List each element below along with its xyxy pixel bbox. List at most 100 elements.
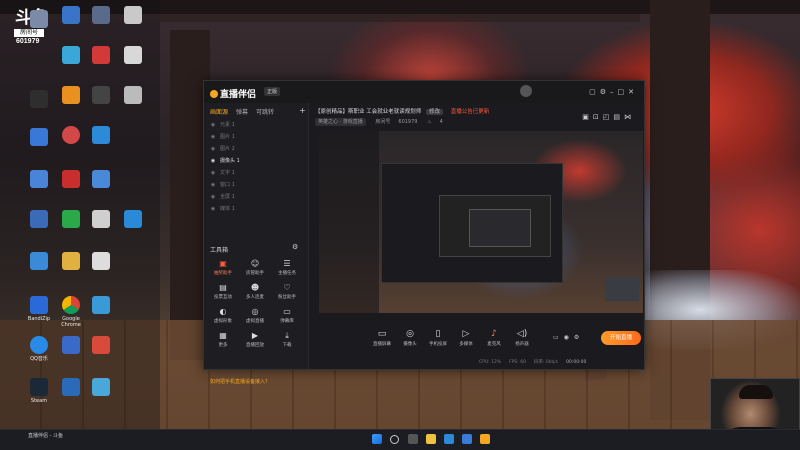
desktop-icon[interactable]: [62, 86, 80, 104]
mini-controls[interactable]: ▭◉⚙: [553, 334, 584, 341]
eye-icon[interactable]: ◉: [210, 158, 216, 164]
store-icon[interactable]: [462, 434, 472, 444]
source-item[interactable]: ◉ 媒体 1: [210, 205, 302, 215]
desktop-icon[interactable]: [30, 336, 48, 354]
app-icon[interactable]: [480, 434, 490, 444]
desktop-icon[interactable]: [92, 378, 110, 396]
lock-icon[interactable]: ⊡: [593, 113, 603, 121]
control-phone[interactable]: ▯ 手机投屏: [423, 329, 453, 347]
maximize-icon[interactable]: □: [618, 88, 629, 96]
search-icon[interactable]: [390, 435, 399, 444]
desktop-icon[interactable]: [30, 128, 48, 146]
eye-icon[interactable]: ◉: [210, 122, 216, 128]
settings-icon[interactable]: ⚙: [600, 88, 610, 96]
desktop-icon[interactable]: [62, 46, 80, 64]
eye-icon[interactable]: ◉: [210, 182, 216, 188]
desktop-icon[interactable]: [124, 86, 142, 104]
desktop-icon[interactable]: [124, 210, 142, 228]
gear-icon[interactable]: ⚙: [574, 334, 584, 341]
window-controls[interactable]: ▢⚙–□✕: [589, 88, 638, 96]
tool-replay[interactable]: ▶ 直播回放: [240, 331, 270, 348]
windows-icon[interactable]: [372, 434, 382, 444]
tab-danmaku[interactable]: 弹幕: [236, 109, 248, 116]
desktop-icon[interactable]: [92, 252, 110, 270]
eye-icon[interactable]: ◉: [210, 170, 216, 176]
control-media[interactable]: ▷ 多媒体: [451, 329, 481, 347]
desktop-icon[interactable]: [30, 170, 48, 188]
window-icon[interactable]: ▭: [553, 334, 564, 341]
eye-icon[interactable]: ◉: [210, 194, 216, 200]
source-item[interactable]: ◉ 全屏 1: [210, 193, 302, 203]
add-source-icon[interactable]: +: [299, 106, 306, 115]
chrome-icon[interactable]: [62, 296, 80, 314]
explorer-icon[interactable]: [426, 434, 436, 444]
minimize-icon[interactable]: –: [610, 88, 618, 96]
tool-lottery[interactable]: ▣ 抽奖助手: [208, 259, 238, 276]
source-item[interactable]: ◉ 元素 1: [210, 121, 302, 131]
toolbox-settings-icon[interactable]: ⚙: [292, 243, 298, 251]
tool-avatar[interactable]: ◐ 虚拟形象: [208, 307, 238, 324]
header-actions[interactable]: ▣⊡◰▤⋈: [582, 113, 635, 121]
edit-title-button[interactable]: 修改: [426, 109, 444, 115]
desktop-icon[interactable]: [92, 46, 110, 64]
steam-icon[interactable]: [30, 378, 48, 396]
tool-fans[interactable]: ♡ 粉丝助手: [272, 283, 302, 300]
source-item[interactable]: ◉ 摄像头 1: [210, 157, 302, 167]
eye-icon[interactable]: ◉: [210, 206, 216, 212]
streaming-app-window[interactable]: 直播伴侣 正版 ▢⚙–□✕ 画面源 弹幕 可跳转 + ◉ 元素 1 ◉ 图片 1 ◉ 图片…: [203, 80, 645, 385]
desktop-icon[interactable]: [30, 252, 48, 270]
taskview-icon[interactable]: [408, 434, 418, 444]
desktop-icon[interactable]: [124, 6, 142, 24]
share-icon[interactable]: ⋈: [624, 113, 635, 121]
close-icon[interactable]: ✕: [628, 88, 638, 96]
tool-download[interactable]: ⤓ 下载: [272, 331, 302, 348]
tool-virtual[interactable]: ◎ 虚拟直播: [240, 307, 270, 324]
user-avatar[interactable]: [520, 85, 532, 97]
desktop-icon[interactable]: [92, 210, 110, 228]
start-stream-button[interactable]: 开始直播: [601, 331, 641, 345]
desktop-icon[interactable]: [92, 170, 110, 188]
desktop-icon[interactable]: [30, 296, 48, 314]
tool-vote[interactable]: ▤ 投票互动: [208, 283, 238, 300]
app-titlebar[interactable]: 直播伴侣 正版 ▢⚙–□✕: [204, 81, 644, 103]
desktop-icon[interactable]: [62, 170, 80, 188]
desktop-icon[interactable]: [92, 296, 110, 314]
mobile-device-hint[interactable]: 如何把手机直播设备接入？: [210, 378, 270, 385]
tab-jump[interactable]: 可跳转: [256, 109, 274, 116]
desktop-icon[interactable]: [30, 90, 48, 108]
desktop-icon[interactable]: [92, 336, 110, 354]
browser-icon[interactable]: [444, 434, 454, 444]
source-item[interactable]: ◉ 文字 1: [210, 169, 302, 179]
eye-icon[interactable]: ◉: [210, 134, 216, 140]
control-mic[interactable]: ♪ 麦克风: [479, 329, 509, 347]
desktop-icon[interactable]: [92, 126, 110, 144]
tool-tasks[interactable]: ☰ 主播任务: [272, 259, 302, 276]
desktop-icon[interactable]: [92, 86, 110, 104]
taskbar-window-thumb[interactable]: 直播伴侣 - 斗鱼: [28, 432, 158, 446]
desktop-icon[interactable]: [30, 10, 48, 28]
source-item[interactable]: ◉ 图片 2: [210, 145, 302, 155]
source-item[interactable]: ◉ 图片 1: [210, 133, 302, 143]
desktop-icon[interactable]: [92, 6, 110, 24]
eye-icon[interactable]: ◉: [564, 334, 574, 341]
pin-icon[interactable]: ◰: [603, 113, 614, 121]
desktop-icon[interactable]: [30, 210, 48, 228]
tool-danmaku[interactable]: ▭ 弹幕库: [272, 307, 302, 324]
tab-sources[interactable]: 画面源: [210, 109, 228, 116]
eye-icon[interactable]: ◉: [210, 146, 216, 152]
message-icon[interactable]: ▢: [589, 88, 600, 96]
desktop-icon[interactable]: [62, 252, 80, 270]
control-camera[interactable]: ◎ 摄像头: [395, 329, 425, 347]
desktop-icon[interactable]: [62, 6, 80, 24]
desktop-icon[interactable]: [62, 378, 80, 396]
source-item[interactable]: ◉ 窗口 1: [210, 181, 302, 191]
desktop-icon[interactable]: [62, 210, 80, 228]
desktop-icon[interactable]: [62, 336, 80, 354]
desktop-icon[interactable]: [124, 46, 142, 64]
stream-preview[interactable]: [319, 131, 643, 321]
record-icon[interactable]: ▣: [582, 113, 593, 121]
layout-icon[interactable]: ▤: [613, 113, 624, 121]
tool-room-admin[interactable]: ☺ 房管助手: [240, 259, 270, 276]
category-chip[interactable]: 英雄之心 · 游戏直播: [315, 118, 366, 126]
announcement-notice[interactable]: 直播公告已更新: [451, 109, 490, 115]
